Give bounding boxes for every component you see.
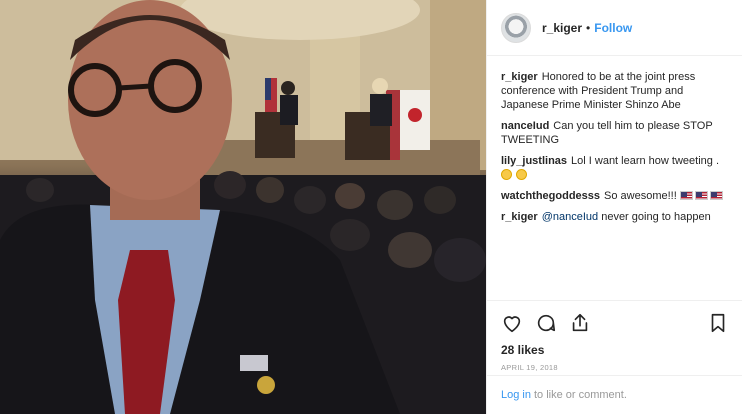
comment-username[interactable]: watchthegoddesss (501, 190, 600, 202)
us-flag-icon (679, 191, 693, 200)
post-username[interactable]: r_kiger (542, 21, 582, 35)
share-icon[interactable] (569, 312, 591, 334)
comment-item: lily_justlinas Lol I want learn how tweet… (501, 154, 728, 182)
comment-item: r_kiger @nanceIud never going to happen (501, 210, 728, 224)
post-header: r_kiger • Follow (487, 0, 742, 56)
comment-text: Lol I want learn how tweeting . (571, 155, 720, 167)
post-actions: 28 likes APRIL 19, 2018 (487, 300, 742, 372)
action-bar (501, 311, 729, 335)
avatar[interactable] (501, 12, 531, 43)
comment-mention[interactable]: @nanceIud (542, 211, 598, 223)
grinning-face-icon (501, 169, 512, 180)
like-count[interactable]: 28 likes (501, 343, 729, 357)
comment-item: nanceIud Can you tell him to please STOP … (501, 119, 728, 147)
comment-text: never going to happen (601, 211, 711, 223)
post-photo (0, 0, 486, 414)
comment-item: watchthegoddesss So awesome!!! (501, 189, 728, 203)
grinning-face-icon (516, 169, 528, 180)
us-flag-icon (709, 191, 723, 200)
comment-icon[interactable] (535, 312, 557, 334)
login-suffix: to like or comment. (533, 389, 627, 401)
comment-text: So awesome!!! (604, 190, 677, 202)
comment-list: r_kiger Honored to be at the joint press … (487, 56, 742, 300)
comment-username[interactable]: nanceIud (501, 120, 549, 132)
comment-username[interactable]: r_kiger (501, 211, 538, 223)
separator-dot: • (586, 20, 591, 35)
caption: r_kiger Honored to be at the joint press … (501, 70, 728, 112)
us-flag-icon (694, 191, 708, 200)
bookmark-icon[interactable] (707, 312, 729, 334)
comment-username[interactable]: r_kiger (501, 71, 538, 83)
comment-username[interactable]: lily_justlinas (501, 155, 567, 167)
follow-button[interactable]: Follow (594, 21, 632, 35)
post-sidebar: r_kiger • Follow r_kiger Honored to be at… (486, 0, 742, 414)
heart-icon[interactable] (501, 312, 523, 334)
login-prompt: Log in to like or comment. (487, 375, 742, 414)
post-date: APRIL 19, 2018 (501, 363, 558, 372)
photo-scene (0, 0, 486, 414)
login-link[interactable]: Log in (501, 389, 531, 401)
